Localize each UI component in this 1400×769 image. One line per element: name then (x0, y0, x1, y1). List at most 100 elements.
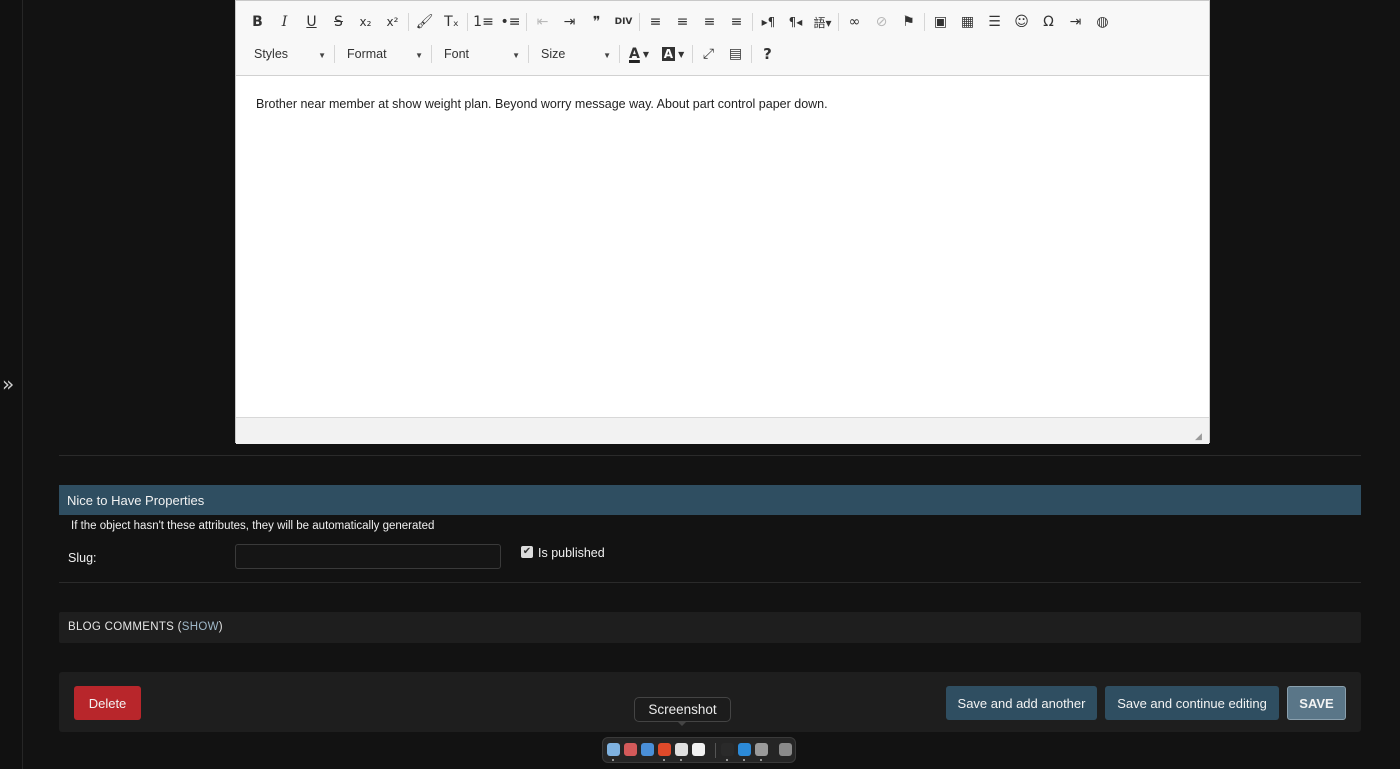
delete-button[interactable]: Delete (74, 686, 141, 720)
chrome-icon[interactable] (675, 743, 688, 756)
remove-format-button[interactable]: Tₓ (438, 9, 465, 35)
dock (602, 737, 796, 763)
safari-icon[interactable] (641, 743, 654, 756)
running-indicator (726, 759, 728, 761)
image-button[interactable]: ▣ (927, 9, 954, 35)
is-published-label[interactable]: Is published (538, 546, 605, 560)
launchpad-icon[interactable] (624, 743, 637, 756)
text-color-icon: A (629, 46, 640, 62)
page-break-button[interactable]: ⇥ (1062, 9, 1089, 35)
italic-button[interactable]: I (271, 9, 298, 35)
tooltip-tail (677, 721, 687, 726)
size-label: Size (541, 47, 566, 61)
separator (752, 13, 753, 31)
increase-indent-button[interactable]: ⇥ (556, 9, 583, 35)
separator (526, 13, 527, 31)
special-char-button[interactable]: Ω (1035, 9, 1062, 35)
create-div-button[interactable]: DIV (610, 9, 637, 35)
anchor-icon: ⚑ (902, 14, 915, 30)
format-dropdown[interactable]: Format ▼ (337, 41, 429, 67)
decrease-indent-icon: ⇤ (536, 14, 549, 30)
align-right-button[interactable]: ≡ (696, 9, 723, 35)
slug-input[interactable] (235, 544, 501, 569)
maximize-button[interactable]: ⤢ (695, 41, 722, 67)
bold-button[interactable]: B (244, 9, 271, 35)
resize-grip-icon[interactable]: ◢ (1195, 431, 1205, 441)
numbered-list-button[interactable]: 1≡ (470, 9, 497, 35)
blog-comments-label: BLOG COMMENTS (68, 621, 175, 633)
chevron-down-icon: ▼ (415, 51, 423, 60)
font-dropdown[interactable]: Font ▼ (434, 41, 526, 67)
expand-sidebar-icon[interactable]: » (2, 372, 14, 396)
text-color-button[interactable]: A ▼ (622, 41, 656, 67)
running-indicator (760, 759, 762, 761)
page-break-icon: ⇥ (1069, 14, 1082, 30)
separator (924, 13, 925, 31)
dock-separator (715, 743, 716, 758)
size-dropdown[interactable]: Size ▼ (531, 41, 617, 67)
background-color-icon: A (661, 47, 676, 61)
table-button[interactable]: ▦ (954, 9, 981, 35)
editor-content-area[interactable]: Brother near member at show weight plan.… (236, 76, 1209, 416)
blockquote-button[interactable]: ❞ (583, 9, 610, 35)
dock-tooltip: Screenshot (634, 697, 731, 722)
blockquote-icon: ❞ (592, 14, 601, 30)
editor-content-text[interactable]: Brother near member at show weight plan.… (256, 97, 828, 111)
smiley-button[interactable]: ☺ (1008, 9, 1035, 35)
show-comments-link[interactable]: SHOW (182, 621, 219, 633)
iframe-button[interactable]: ◍ (1089, 9, 1116, 35)
copy-formatting-button[interactable]: 🖌 (411, 9, 438, 35)
notion-icon[interactable] (692, 743, 705, 756)
copy-formatting-icon: 🖌 (415, 14, 434, 30)
save-button[interactable]: SAVE (1287, 686, 1346, 720)
vscode-icon[interactable] (738, 743, 751, 756)
horizontal-line-button[interactable]: ☰ (981, 9, 1008, 35)
running-indicator (663, 759, 665, 761)
bulleted-list-button[interactable]: •≡ (497, 9, 524, 35)
terminal-icon[interactable] (721, 743, 734, 756)
help-icon: ? (763, 45, 772, 63)
help-button[interactable]: ? (754, 41, 781, 67)
subscript-button[interactable]: x₂ (352, 9, 379, 35)
anchor-button[interactable]: ⚑ (895, 9, 922, 35)
styles-dropdown[interactable]: Styles ▼ (244, 41, 332, 67)
sidebar-strip: » (0, 0, 23, 769)
nice-to-have-header: Nice to Have Properties (59, 485, 1361, 515)
chevron-down-icon: ▼ (603, 51, 611, 60)
subscript-icon: x₂ (359, 15, 372, 29)
separator (431, 45, 432, 63)
save-and-continue-button[interactable]: Save and continue editing (1105, 686, 1279, 720)
rtl-button[interactable]: ¶◂ (782, 9, 809, 35)
strikethrough-button[interactable]: S (325, 9, 352, 35)
unlink-button[interactable]: ⊘ (868, 9, 895, 35)
save-and-add-another-button[interactable]: Save and add another (946, 686, 1097, 720)
align-center-button[interactable]: ≡ (669, 9, 696, 35)
language-button[interactable]: 語▾ (809, 9, 836, 35)
brave-icon[interactable] (658, 743, 671, 756)
toolbar-row-2: Styles ▼ Format ▼ Font ▼ Size ▼ A ▼ A ▼ ⤢ ▤ ? (244, 41, 781, 67)
font-label: Font (444, 47, 470, 61)
link-button[interactable]: ∞ (841, 9, 868, 35)
underline-button[interactable]: U (298, 9, 325, 35)
justify-button[interactable]: ≡ (723, 9, 750, 35)
maximize-icon: ⤢ (702, 46, 715, 62)
ltr-button[interactable]: ▸¶ (755, 9, 782, 35)
superscript-button[interactable]: x² (379, 9, 406, 35)
spotify-icon[interactable] (755, 743, 768, 756)
trash-icon[interactable] (779, 743, 792, 756)
image-icon: ▣ (933, 14, 948, 30)
numbered-list-icon: 1≡ (473, 14, 494, 30)
link-icon: ∞ (848, 14, 861, 30)
show-blocks-button[interactable]: ▤ (722, 41, 749, 67)
separator (751, 45, 752, 63)
is-published-checkbox[interactable]: ✔ (521, 546, 533, 558)
finder-icon[interactable] (607, 743, 620, 756)
separator (408, 13, 409, 31)
iframe-icon: ◍ (1096, 14, 1109, 30)
align-left-button[interactable]: ≡ (642, 9, 669, 35)
section-divider (59, 582, 1361, 583)
chevron-down-icon: ▼ (318, 51, 326, 60)
background-color-button[interactable]: A ▼ (656, 41, 690, 67)
running-indicator (612, 759, 614, 761)
decrease-indent-button[interactable]: ⇤ (529, 9, 556, 35)
